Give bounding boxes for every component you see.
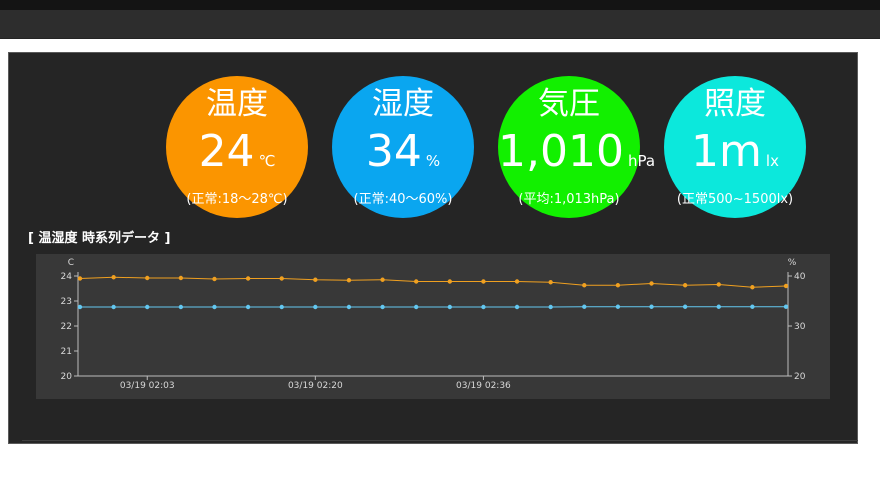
data-point [481, 279, 486, 284]
data-point [514, 279, 520, 284]
data-point [212, 276, 217, 282]
data-point [783, 304, 789, 309]
data-point [178, 275, 184, 281]
temperature-value: 24 [198, 126, 255, 177]
data-point [111, 275, 116, 280]
data-point [548, 280, 553, 285]
data-point [548, 304, 553, 310]
illuminance-value: 1m [691, 126, 762, 177]
x-tick-label: 03/19 02:20 [288, 381, 343, 391]
illuminance-label: 照度 [704, 86, 766, 122]
data-point [649, 304, 654, 309]
data-point [413, 279, 419, 284]
data-point [750, 304, 755, 309]
humidity-label: 湿度 [372, 86, 434, 122]
data-point [582, 304, 587, 309]
data-point [178, 304, 184, 310]
data-point [346, 278, 352, 283]
y-left-tick-label: 24 [61, 272, 73, 282]
data-point [582, 283, 587, 288]
data-point [313, 304, 318, 310]
data-point [77, 276, 83, 281]
y-right-tick-label: 20 [794, 372, 806, 382]
pressure-value: 1,010 [498, 126, 624, 177]
y-right-tick-label: 40 [794, 272, 806, 282]
temperature-normal-range: (正常:18～28℃) [186, 192, 288, 207]
pressure-label: 気圧 [538, 86, 600, 122]
data-point [313, 277, 318, 282]
data-point [212, 304, 217, 310]
data-point [783, 283, 789, 289]
y-right-axis-label: % [788, 258, 797, 268]
pressure-gauge: 気圧 1,010 hPa (平均:1,013hPa) [498, 76, 655, 218]
humidity-value: 34 [365, 126, 422, 177]
temperature-humidity-chart: 20 21 22 23 24 20 30 40 C % 03/19 02:03 03/19 02:20… [36, 254, 830, 399]
temperature-gauge: 温度 24 ℃ (正常:18～28℃) [166, 76, 308, 218]
data-point [111, 304, 116, 310]
data-point [245, 304, 251, 310]
panel-divider [22, 440, 858, 441]
temperature-reading: 24 ℃ [166, 128, 308, 185]
humidity-normal-range: (正常:40～60%) [353, 192, 453, 207]
y-left-tick-label: 20 [61, 372, 73, 382]
data-point [615, 283, 621, 288]
pressure-average: (平均:1,013hPa) [518, 192, 620, 207]
humidity-reading: 34% [332, 128, 474, 185]
temperature-unit: ℃ [258, 152, 276, 170]
data-point [682, 283, 688, 288]
data-point [145, 304, 150, 310]
y-left-tick-label: 21 [61, 347, 72, 357]
data-point [279, 304, 284, 310]
data-point [346, 304, 352, 310]
data-point [77, 304, 83, 310]
data-point [481, 304, 486, 310]
temperature-label: 温度 [206, 86, 268, 122]
humidity-gauge: 湿度 34% (正常:40～60%) [332, 76, 474, 218]
illuminance-unit: lx [765, 152, 779, 170]
data-point [615, 304, 621, 309]
data-point [716, 282, 721, 287]
y-left-tick-label: 22 [61, 322, 72, 332]
chart-background [36, 254, 830, 399]
data-point [750, 285, 755, 290]
navigation-bar [0, 10, 880, 39]
x-tick-label: 03/19 02:03 [120, 381, 175, 391]
x-tick-label: 03/19 02:36 [456, 381, 511, 391]
data-point [716, 304, 721, 309]
y-left-axis-label: C [68, 258, 74, 268]
data-point [682, 304, 688, 309]
illuminance-reading: 1m lx [664, 128, 806, 185]
data-point [413, 304, 419, 310]
data-point [447, 304, 453, 310]
illuminance-normal-range: (正常500~1500lx) [676, 192, 794, 207]
data-point [649, 281, 654, 286]
top-bar [0, 0, 880, 10]
pressure-unit: hPa [627, 152, 656, 170]
y-left-tick-label: 23 [61, 297, 72, 307]
chart-section-title: [ 温湿度 時系列データ ] [28, 231, 171, 246]
data-point [279, 276, 284, 281]
y-right-tick-label: 30 [794, 322, 806, 332]
illuminance-gauge: 照度 1m lx (正常500~1500lx) [664, 76, 806, 218]
data-point [514, 304, 520, 310]
data-point [447, 279, 453, 284]
pressure-reading: 1,010 hPa [498, 126, 655, 185]
data-point [145, 275, 150, 281]
data-point [245, 276, 251, 281]
humidity-unit: % [425, 152, 441, 170]
data-point [380, 277, 385, 282]
data-point [380, 304, 385, 310]
